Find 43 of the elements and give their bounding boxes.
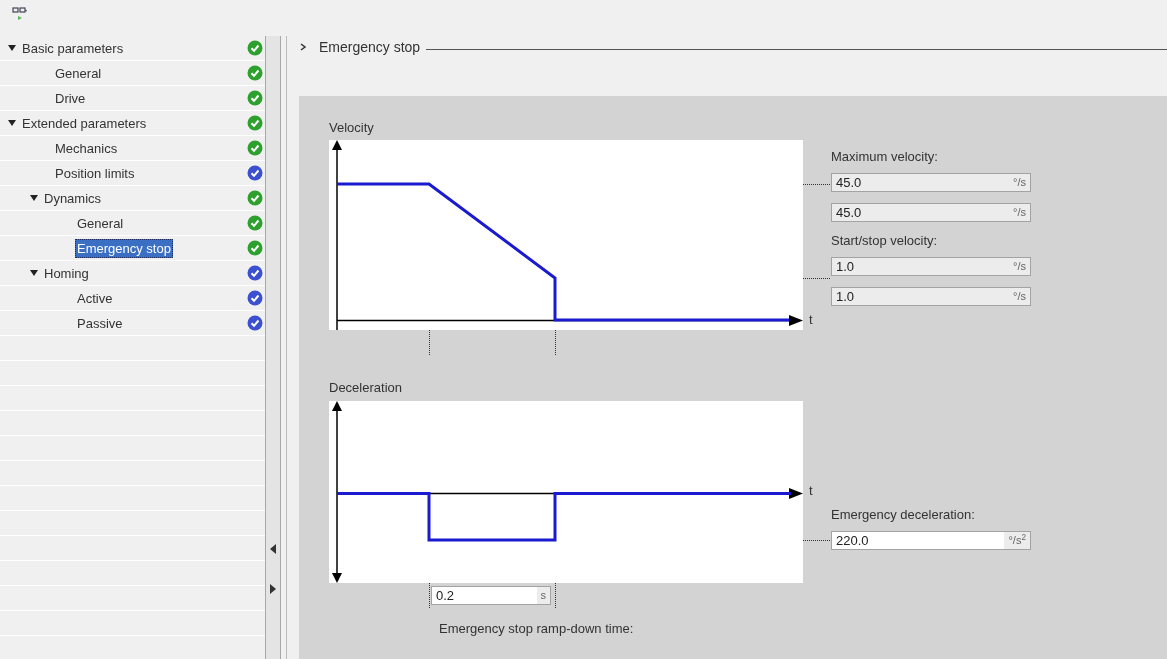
chart-title: Deceleration (329, 379, 403, 397)
value-field[interactable]: 220.0 °/s$^{2}$ (831, 531, 1031, 550)
scroll-right-icon[interactable] (270, 584, 276, 594)
value-field[interactable]: 45.0 °/s (831, 173, 1031, 192)
tree-item[interactable]: Active (75, 288, 115, 308)
field-value: 0.2 (435, 587, 456, 604)
tree-item[interactable]: General (75, 213, 126, 233)
section-title: Emergency stop (319, 37, 421, 57)
tree-item[interactable]: Dynamics (42, 188, 104, 208)
scroll-left-icon[interactable] (270, 544, 276, 554)
field-value: 45.0 (835, 204, 863, 221)
unit-label: °/s$^{2}$ (1004, 532, 1030, 549)
caret-icon[interactable] (8, 44, 16, 52)
value-field[interactable]: 0.2 s (431, 586, 551, 605)
tree-item[interactable]: Position limits (53, 163, 137, 183)
tree-item[interactable]: Homing (42, 263, 91, 283)
tree-item[interactable]: Passive (75, 313, 125, 333)
axis-label: t (809, 482, 813, 500)
tree-item[interactable]: General (53, 63, 104, 83)
parameter-label: Maximum velocity: (831, 148, 939, 166)
parameter-label: Emergency stop ramp-down time: (439, 620, 635, 638)
tree-item[interactable]: Extended parameters (20, 113, 149, 133)
value-field[interactable]: 1.0 °/s (831, 257, 1031, 276)
field-value: 1.0 (835, 258, 856, 275)
tree-item[interactable]: Basic parameters (20, 38, 126, 58)
parameter-label: Start/stop velocity: (831, 232, 939, 250)
axis-label: t (809, 311, 813, 329)
value-field[interactable]: 45.0 °/s (831, 203, 1031, 222)
caret-icon[interactable] (30, 269, 38, 277)
chevron-icon[interactable] (299, 43, 307, 51)
field-value: 220.0 (835, 532, 870, 549)
tree-item[interactable]: Emergency stop (75, 238, 173, 258)
unit-label: s (536, 587, 550, 604)
chart-title: Velocity (329, 119, 375, 137)
value-field[interactable]: 1.0 °/s (831, 287, 1031, 306)
scrollbar[interactable] (265, 36, 281, 659)
caret-icon[interactable] (8, 119, 16, 127)
tree-item[interactable]: Mechanics (53, 138, 120, 158)
caret-icon[interactable] (30, 194, 38, 202)
field-value: 45.0 (835, 174, 863, 191)
field-value: 1.0 (835, 288, 856, 305)
parameter-label: Emergency deceleration: (831, 506, 976, 524)
tree-item[interactable]: Drive (53, 88, 88, 108)
